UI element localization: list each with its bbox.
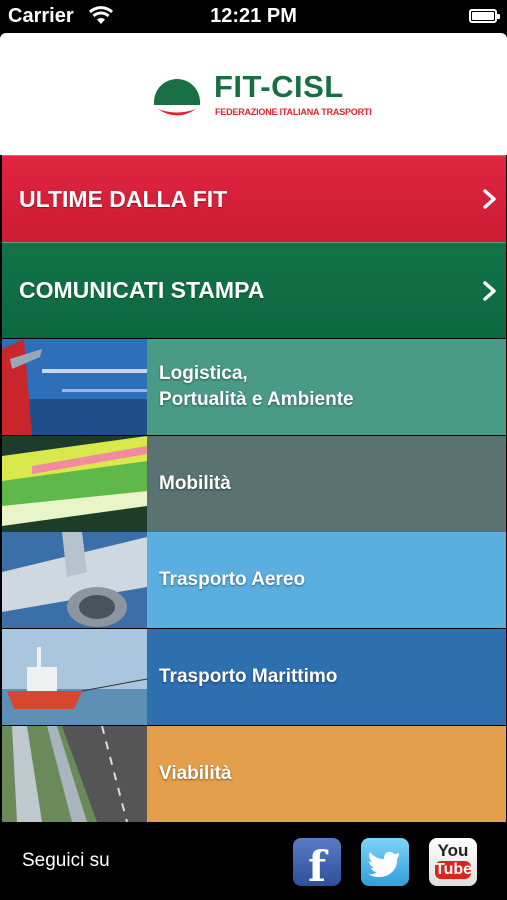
menu-item-ultime-dalla-fit[interactable]: ULTIME DALLA FIT (2, 155, 506, 242)
youtube-glyph-you: You (437, 841, 469, 860)
category-label: Mobilità (159, 473, 231, 495)
youtube-icon[interactable]: You Tube (429, 838, 477, 886)
menu-item-label: COMUNICATI STAMPA (19, 277, 265, 303)
highway-photo-icon (2, 726, 147, 822)
category-trasporto-aereo[interactable]: Trasporto Aereo (2, 532, 506, 628)
follow-label: Seguici su (22, 850, 110, 871)
chevron-right-icon (483, 189, 496, 209)
twitter-icon[interactable] (361, 838, 409, 886)
fit-cisl-logo: FIT-CISL FEDERAZIONE ITALIANA TRASPORTI (152, 69, 372, 123)
facebook-icon[interactable]: f (293, 838, 341, 891)
category-label: Trasporto Marittimo (159, 666, 338, 688)
battery-icon (469, 9, 500, 23)
menu-item-label: ULTIME DALLA FIT (19, 185, 228, 212)
category-label: Logistica, Portualità e Ambiente (159, 363, 354, 410)
category-label: Viabilità (159, 763, 232, 785)
category-logistica[interactable]: Logistica, Portualità e Ambiente (2, 339, 506, 435)
airplane-photo-icon (2, 532, 147, 628)
category-label: Trasporto Aereo (159, 569, 306, 591)
status-bar: Carrier 12:21 PM (0, 0, 507, 33)
youtube-glyph-tube: Tube (435, 861, 473, 879)
logo-mark-icon (154, 79, 200, 116)
footer: Seguici su f You Tube (0, 824, 507, 900)
logo-title: FIT-CISL (214, 69, 344, 104)
app-header: FIT-CISL FEDERAZIONE ITALIANA TRASPORTI (0, 33, 507, 155)
logistics-photo-icon (2, 339, 147, 435)
facebook-glyph: f (307, 842, 327, 891)
clock: 12:21 PM (210, 5, 297, 27)
category-viabilita[interactable]: Viabilità (2, 726, 506, 822)
ship-photo-icon (2, 629, 147, 725)
category-mobilita[interactable]: Mobilità (2, 436, 506, 532)
logo-subtitle: FEDERAZIONE ITALIANA TRASPORTI (215, 107, 372, 117)
bird-icon (368, 851, 399, 878)
train-motion-photo-icon (2, 436, 147, 532)
category-trasporto-marittimo[interactable]: Trasporto Marittimo (2, 629, 506, 725)
menu-item-comunicati-stampa[interactable]: COMUNICATI STAMPA (2, 242, 506, 338)
chevron-right-icon (483, 280, 496, 301)
